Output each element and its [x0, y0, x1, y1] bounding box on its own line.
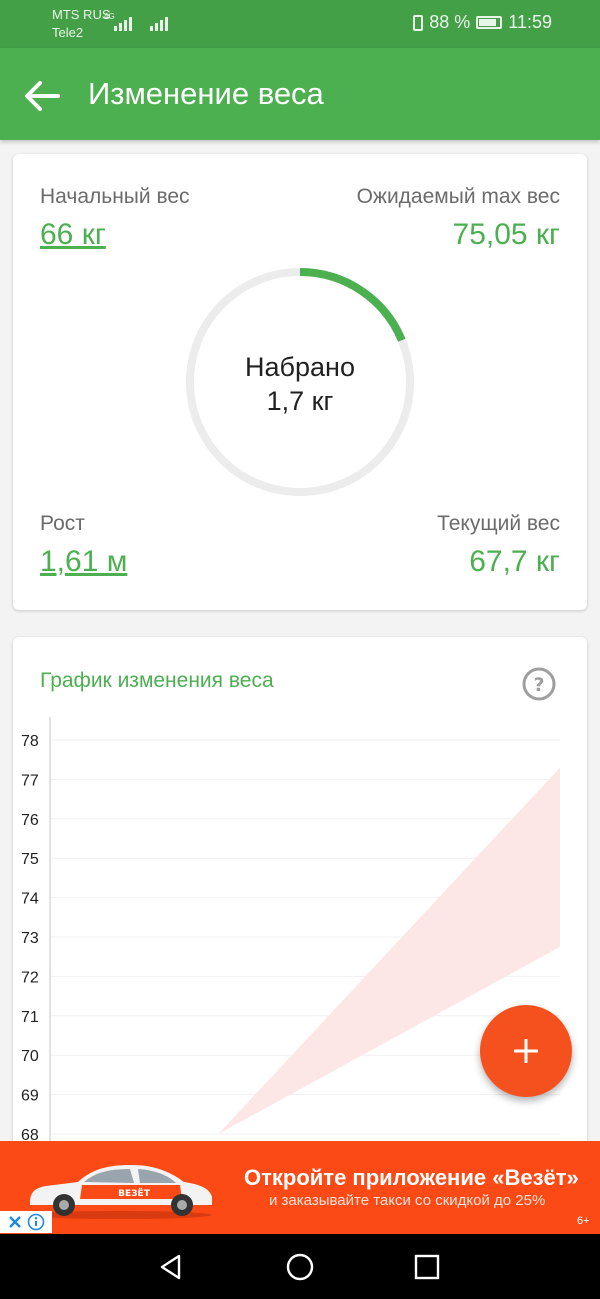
chart-title: График изменения веса: [40, 669, 274, 692]
status-bar: MTS RUS 4G Tele2 88 % 11:59: [0, 0, 600, 48]
y-tick-label: 70: [21, 1048, 39, 1065]
height-value[interactable]: 1,61 м: [40, 545, 127, 579]
current-weight-label: Текущий вес: [437, 512, 560, 535]
weight-summary-card: Начальный вес 66 кг Ожидаемый max вес 75…: [13, 154, 587, 610]
info-icon[interactable]: [27, 1213, 45, 1231]
ad-choices[interactable]: [0, 1211, 52, 1233]
gained-block: Набрано 1,7 кг: [184, 350, 416, 418]
signal-2-icon: [150, 13, 168, 31]
gained-value: 1,7 кг: [266, 386, 334, 416]
question-circle-icon[interactable]: ?: [522, 667, 556, 701]
ad-headline: Откройте приложение «Везёт»: [244, 1165, 579, 1190]
car-brand-label: ВЕЗЁТ: [118, 1188, 151, 1199]
square-recents-icon[interactable]: [412, 1252, 442, 1282]
plus-icon: [514, 1039, 538, 1063]
add-weight-button[interactable]: [480, 1005, 572, 1097]
ad-banner[interactable]: ВЕЗЁТ Откройте приложение «Везёт» и зака…: [0, 1141, 600, 1234]
clock: 11:59: [508, 12, 552, 32]
battery-percent: 88 %: [429, 12, 471, 32]
y-tick-label: 74: [21, 891, 39, 908]
svg-text:?: ?: [533, 674, 544, 696]
current-weight-value: 67,7 кг: [469, 545, 560, 578]
page-title: Изменение веса: [88, 76, 324, 111]
app-bar: Изменение веса: [0, 48, 600, 140]
signal-1-icon: [114, 13, 132, 31]
start-weight-value[interactable]: 66 кг: [40, 218, 106, 252]
y-tick-label: 75: [21, 851, 39, 868]
gained-label: Набрано: [245, 352, 355, 382]
carrier-2-name: Tele2: [52, 25, 84, 40]
y-tick-label: 78: [21, 733, 39, 750]
system-nav-bar: [0, 1234, 600, 1299]
height-label: Рост: [40, 512, 85, 535]
y-tick-label: 71: [21, 1009, 39, 1026]
expected-max-value: 75,05 кг: [452, 218, 560, 251]
carrier-1-name: MTS RUS: [52, 7, 111, 22]
ad-subtext: и заказывайте такси со скидкой до 25%: [269, 1192, 546, 1209]
y-tick-label: 77: [21, 772, 39, 789]
battery-icon: [476, 16, 503, 29]
close-icon[interactable]: [8, 1215, 22, 1229]
arrow-left-icon: [25, 81, 60, 111]
y-tick-label: 72: [21, 969, 39, 986]
vibrate-icon: [413, 14, 424, 31]
circle-home-icon[interactable]: [285, 1252, 315, 1282]
y-tick-label: 69: [21, 1088, 39, 1105]
y-tick-label: 73: [21, 930, 39, 947]
start-weight-label: Начальный вес: [40, 185, 190, 208]
y-tick-label: 76: [21, 812, 39, 829]
ad-age-rating: 6+: [577, 1215, 590, 1227]
back-button[interactable]: [20, 74, 64, 118]
expected-max-label: Ожидаемый max вес: [356, 185, 560, 208]
triangle-back-icon[interactable]: [156, 1252, 186, 1282]
